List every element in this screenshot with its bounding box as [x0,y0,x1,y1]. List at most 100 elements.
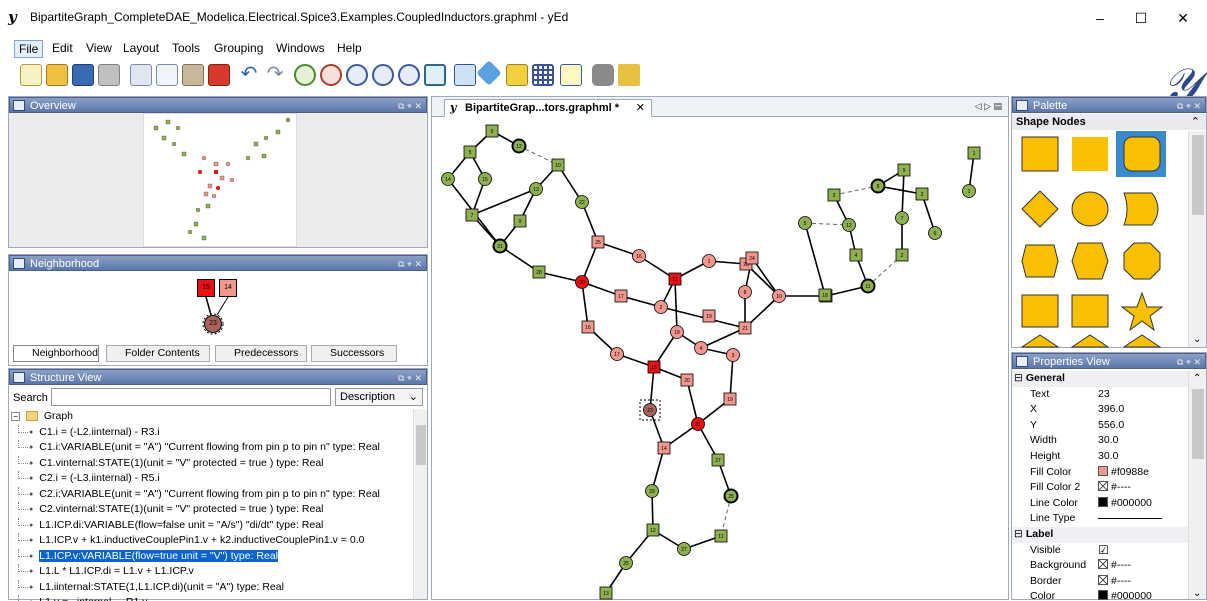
menu-file[interactable]: File [14,40,44,58]
shape-octagon-icon[interactable] [1123,242,1161,280]
graph-node[interactable]: 27 [711,453,725,467]
graph-node[interactable]: 11 [860,278,876,294]
graph-node[interactable]: 15 [478,172,492,186]
property-value-cell[interactable]: 23 [1098,387,1110,403]
tree-item[interactable]: ● L1.ICP.di:VARIABLE(flow=false unit = "A… [9,517,413,534]
property-value-cell[interactable] [1098,511,1162,527]
palette-section-header[interactable]: Shape Nodes ⌃ [1012,114,1206,130]
chevron-up-icon[interactable]: ⌃ [1193,373,1201,384]
close-window-button[interactable]: ✕ [1160,6,1206,30]
graph-node[interactable]: 13 [529,182,543,196]
new-document-icon[interactable] [20,64,42,86]
graph-node[interactable]: 2 [915,187,929,201]
menu-edit[interactable]: Edit [48,40,77,56]
shape-hexagon2-icon[interactable] [1071,242,1109,280]
graph-node[interactable]: 6 [928,226,942,240]
tree-item[interactable]: ● C1.i = (-L2.iinternal) - R3.i [9,424,413,441]
graph-node[interactable]: 3 [726,348,740,362]
graph-node[interactable]: 15 [647,360,661,374]
collapse-icon[interactable]: ⊟ [1014,528,1023,540]
graph-node[interactable]: 30 [575,275,589,289]
label-icon[interactable] [560,64,582,86]
general-section[interactable]: ⊟ General [1012,371,1188,387]
property-row[interactable]: Line Type [1012,511,1188,527]
graph-node[interactable]: 18 [818,288,832,302]
tab-close-icon[interactable]: ✕ [636,100,645,116]
graph-edge[interactable] [700,327,746,349]
graph-node[interactable]: 31 [691,417,705,431]
graph-node[interactable]: 2 [895,248,909,262]
property-row[interactable]: Color #000000 [1012,589,1188,601]
graph-node[interactable]: 14 [657,441,671,455]
zoom-fit-icon[interactable] [372,64,394,86]
shape-banner-icon[interactable] [1123,192,1159,226]
graph-node[interactable]: 9 [897,163,911,177]
copy-icon[interactable] [156,64,178,86]
property-row[interactable]: Width 30.0 [1012,433,1188,449]
undo-icon[interactable]: ↶ [238,64,260,86]
delete-icon[interactable] [208,64,230,86]
graph-node[interactable]: 6 [485,124,499,138]
zoom-in-icon[interactable] [294,64,316,86]
shape-triangle-icon[interactable] [1020,334,1060,348]
panel-controls-icon[interactable]: ⧉ ⌖ ✕ [1177,98,1201,114]
edit-mode-icon[interactable] [454,64,476,86]
graph-node[interactable]: 19 [723,392,737,406]
panel-controls-icon[interactable]: ⧉ ⌖ ✕ [398,98,422,114]
property-value-cell[interactable]: #---- [1098,574,1131,590]
property-value-cell[interactable]: #000000 [1098,589,1152,601]
tree-item[interactable]: ● C2.i:VARIABLE(unit = "A") "Current flow… [9,486,413,503]
shape-rect3-icon[interactable] [1071,294,1109,328]
graph-node[interactable]: 25 [591,235,605,249]
tree-item[interactable]: ● C1.i:VARIABLE(unit = "A") "Current flow… [9,440,413,456]
graph-node[interactable]: 13 [599,586,613,600]
graph-node[interactable]: 17 [610,347,624,361]
export-icon[interactable] [98,64,120,86]
shape-rectangle-icon[interactable] [1021,136,1059,172]
zoom-area-icon[interactable] [398,64,420,86]
shape-triangle2-icon[interactable] [1070,334,1110,348]
property-value-cell[interactable]: ☑ [1098,543,1109,560]
plugin-icon[interactable] [592,64,614,86]
tree-item[interactable]: ● C1.vinternal:STATE(1)(unit = "V" protec… [9,455,413,472]
property-row[interactable]: Text 23 [1012,387,1188,403]
graph-node[interactable]: 1 [967,146,981,160]
graph-node[interactable]: 18 [670,325,684,339]
scrollbar-thumb[interactable] [1192,135,1204,215]
graph-canvas[interactable]: 612514 15101379222128251630172111 23248181… [432,118,1008,601]
graph-edge[interactable] [471,188,537,216]
graph-node[interactable]: 16 [632,249,646,263]
label-section[interactable]: ⊟ Label [1012,526,1188,543]
graph-node[interactable]: 29 [645,484,659,498]
graph-node[interactable]: 12 [511,138,527,154]
property-row[interactable]: Visible ☑ [1012,543,1188,559]
graph-node[interactable]: 12 [646,523,660,537]
minimize-button[interactable]: – [1077,6,1123,30]
property-value-cell[interactable]: #f0988e [1098,465,1149,481]
grid-icon[interactable] [532,64,554,86]
property-row[interactable]: Background #---- [1012,558,1188,574]
menu-tools[interactable]: Tools [168,40,204,56]
property-value-cell[interactable]: #---- [1098,558,1131,574]
chevron-down-icon[interactable]: ⌄ [1193,588,1201,599]
graph-node[interactable]: 4 [849,248,863,262]
graph-node[interactable]: 1 [702,254,716,268]
graph-edge[interactable] [674,278,678,333]
paste-icon[interactable] [182,64,204,86]
graph-node[interactable]: 4 [694,341,708,355]
menu-layout[interactable]: Layout [119,40,163,56]
graph-node[interactable]: 8 [738,285,752,299]
graph-node[interactable]: 9 [513,214,527,228]
panel-controls-icon[interactable]: ⧉ ⌖ ✕ [398,370,422,386]
tree-root[interactable]: − Graph [9,409,413,425]
graph-node[interactable]: 1 [962,184,976,198]
menu-view[interactable]: View [82,40,116,56]
palette-scrollbar[interactable]: ⌄ [1188,131,1206,347]
maximize-button[interactable]: ☐ [1118,6,1164,30]
graph-node[interactable]: 27 [677,542,691,556]
shape-rectangle-flat-icon[interactable] [1072,137,1108,171]
graph-node[interactable]: 10 [551,158,565,172]
redo-icon[interactable]: ↷ [264,64,286,86]
graph-node[interactable]: 24 [745,251,759,265]
shape-triangle3-icon[interactable] [1122,334,1162,348]
